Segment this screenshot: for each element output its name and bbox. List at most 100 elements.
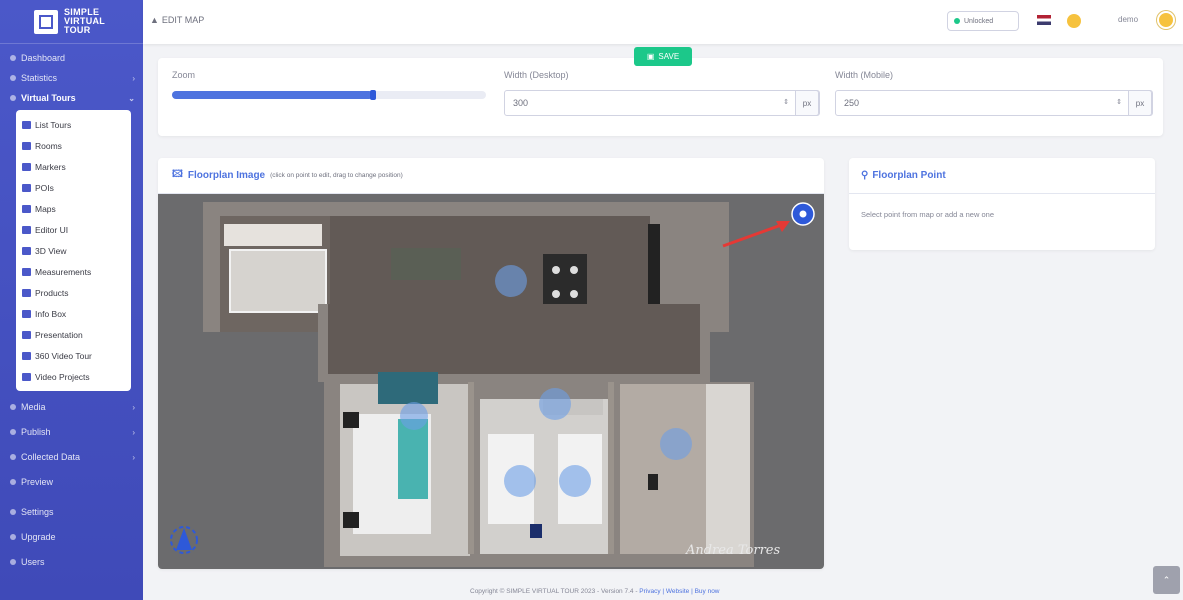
presentation-icon: [22, 330, 31, 339]
floorplan-point[interactable]: [495, 265, 527, 297]
map-icon: [22, 204, 31, 213]
film-icon: [22, 372, 31, 381]
unit-addon: px: [1128, 90, 1152, 116]
nav-item-statistics[interactable]: Statistics ›: [0, 68, 143, 88]
chevron-right-icon: ›: [132, 452, 135, 462]
chevron-down-icon: ⌄: [128, 93, 135, 103]
ruler-icon: [22, 267, 31, 276]
submenu-info-box[interactable]: Info Box: [16, 303, 131, 324]
submenu-measurements[interactable]: Measurements: [16, 261, 131, 282]
save-button[interactable]: ▣ SAVE: [634, 47, 692, 66]
page-title: ▲ EDIT MAP: [150, 15, 205, 25]
status-toggle[interactable]: Unlocked: [947, 11, 1019, 31]
save-icon: ▣: [646, 52, 655, 61]
user-name[interactable]: demo: [1118, 15, 1138, 24]
database-icon: [10, 454, 16, 460]
submenu-maps[interactable]: Maps: [16, 198, 131, 219]
nav-item-media[interactable]: Media ›: [0, 397, 143, 417]
zoom-slider-fill: [172, 91, 373, 99]
publish-icon: [10, 429, 16, 435]
language-flag-icon[interactable]: [1037, 15, 1051, 25]
nav-item-dashboard[interactable]: Dashboard: [0, 48, 143, 68]
theme-sun-icon[interactable]: [1067, 14, 1081, 28]
nav-item-upgrade[interactable]: Upgrade: [0, 527, 143, 547]
avatar[interactable]: [1157, 11, 1175, 29]
brand-line-3: TOUR: [64, 25, 91, 35]
submenu-pois[interactable]: POIs: [16, 177, 131, 198]
floorplan-card: 🖾 Floorplan Image (click on point to edi…: [158, 158, 824, 569]
media-icon: [10, 404, 16, 410]
floorplan-point[interactable]: [559, 465, 591, 497]
submenu-3d-view[interactable]: 3D View: [16, 240, 131, 261]
submenu-presentation[interactable]: Presentation: [16, 324, 131, 345]
width-mobile-label: Width (Mobile): [835, 70, 894, 80]
submenu-list-tours[interactable]: List Tours: [16, 114, 131, 135]
floorplan-header: 🖾 Floorplan Image (click on point to edi…: [158, 158, 824, 194]
zoom-slider-handle[interactable]: [369, 90, 376, 100]
point-message: Select point from map or add a new one: [861, 210, 994, 219]
room-icon: [22, 141, 31, 150]
tour-icon: [10, 95, 16, 101]
logo-icon: [34, 9, 58, 34]
upgrade-icon: [10, 534, 16, 540]
info-icon: [22, 309, 31, 318]
width-desktop-input[interactable]: 300 ⇕ px: [504, 90, 820, 116]
video-icon: [22, 351, 31, 360]
floorplan-image[interactable]: Andrea Torres: [158, 194, 824, 569]
cube-icon: [22, 246, 31, 255]
floorplan-point[interactable]: [400, 402, 428, 430]
gear-icon: [10, 509, 16, 515]
chevron-right-icon: ›: [132, 427, 135, 437]
nav-item-virtual-tours[interactable]: Virtual Tours ⌄: [0, 88, 143, 108]
floorplan-point[interactable]: [539, 388, 571, 420]
nav-item-collected-data[interactable]: Collected Data ›: [0, 447, 143, 467]
topbar: ▲ EDIT MAP Unlocked demo: [143, 0, 1183, 44]
submenu-editor-ui[interactable]: Editor UI: [16, 219, 131, 240]
chevron-right-icon: ›: [132, 73, 135, 83]
width-desktop-label: Width (Desktop): [504, 70, 569, 80]
marker-icon: [22, 162, 31, 171]
add-point-icon: [799, 210, 807, 218]
map-settings-card: Zoom Width (Desktop) 300 ⇕ px Width (Mob…: [158, 58, 1163, 136]
zoom-label: Zoom: [172, 70, 196, 80]
status-dot-icon: [954, 18, 960, 24]
list-icon: [22, 120, 31, 129]
poi-icon: [22, 183, 31, 192]
zoom-slider[interactable]: [172, 90, 486, 100]
nav-item-users[interactable]: Users: [0, 552, 143, 572]
chart-icon: [10, 75, 16, 81]
width-mobile-input[interactable]: 250 ⇕ px: [835, 90, 1153, 116]
submenu-products[interactable]: Products: [16, 282, 131, 303]
watermark-signature: Andrea Torres: [685, 543, 780, 558]
cart-icon: [22, 288, 31, 297]
image-icon: 🖾: [172, 169, 183, 180]
sidebar: SIMPLE VIRTUAL TOUR Dashboard Statistics…: [0, 0, 143, 600]
floorplan-point[interactable]: [504, 465, 536, 497]
chevron-up-icon: ⌃: [1162, 574, 1171, 585]
footer-links[interactable]: Privacy | Website | Buy now: [639, 588, 719, 595]
floorplan-point-header: ⚲ Floorplan Point: [849, 158, 1155, 194]
scroll-top-button[interactable]: ⌃: [1153, 566, 1180, 594]
dashboard-icon: [10, 55, 16, 61]
users-icon: [10, 559, 16, 565]
nav-item-settings[interactable]: Settings: [0, 502, 143, 522]
submenu-markers[interactable]: Markers: [16, 156, 131, 177]
map-marker-icon: ⚲: [861, 170, 869, 181]
floorplan-point-card: ⚲ Floorplan Point Select point from map …: [849, 158, 1155, 250]
footer: Copyright © SIMPLE VIRTUAL TOUR 2023 - V…: [470, 588, 720, 595]
spinner-icon[interactable]: ⇕: [783, 98, 789, 106]
virtual-tours-submenu: List Tours Rooms Markers POIs Maps Edito…: [16, 110, 131, 391]
nav-item-preview[interactable]: Preview: [0, 472, 143, 492]
spinner-icon[interactable]: ⇕: [1116, 98, 1122, 106]
nav-item-publish[interactable]: Publish ›: [0, 422, 143, 442]
brand-logo[interactable]: SIMPLE VIRTUAL TOUR: [0, 0, 143, 44]
floorplan-point[interactable]: [660, 428, 692, 460]
map-icon: ▲: [150, 15, 159, 25]
unit-addon: px: [795, 90, 819, 116]
submenu-rooms[interactable]: Rooms: [16, 135, 131, 156]
submenu-video-projects[interactable]: Video Projects: [16, 366, 131, 387]
chevron-right-icon: ›: [132, 402, 135, 412]
eye-icon: [10, 479, 16, 485]
submenu-360-video-tour[interactable]: 360 Video Tour: [16, 345, 131, 366]
editor-icon: [22, 225, 31, 234]
